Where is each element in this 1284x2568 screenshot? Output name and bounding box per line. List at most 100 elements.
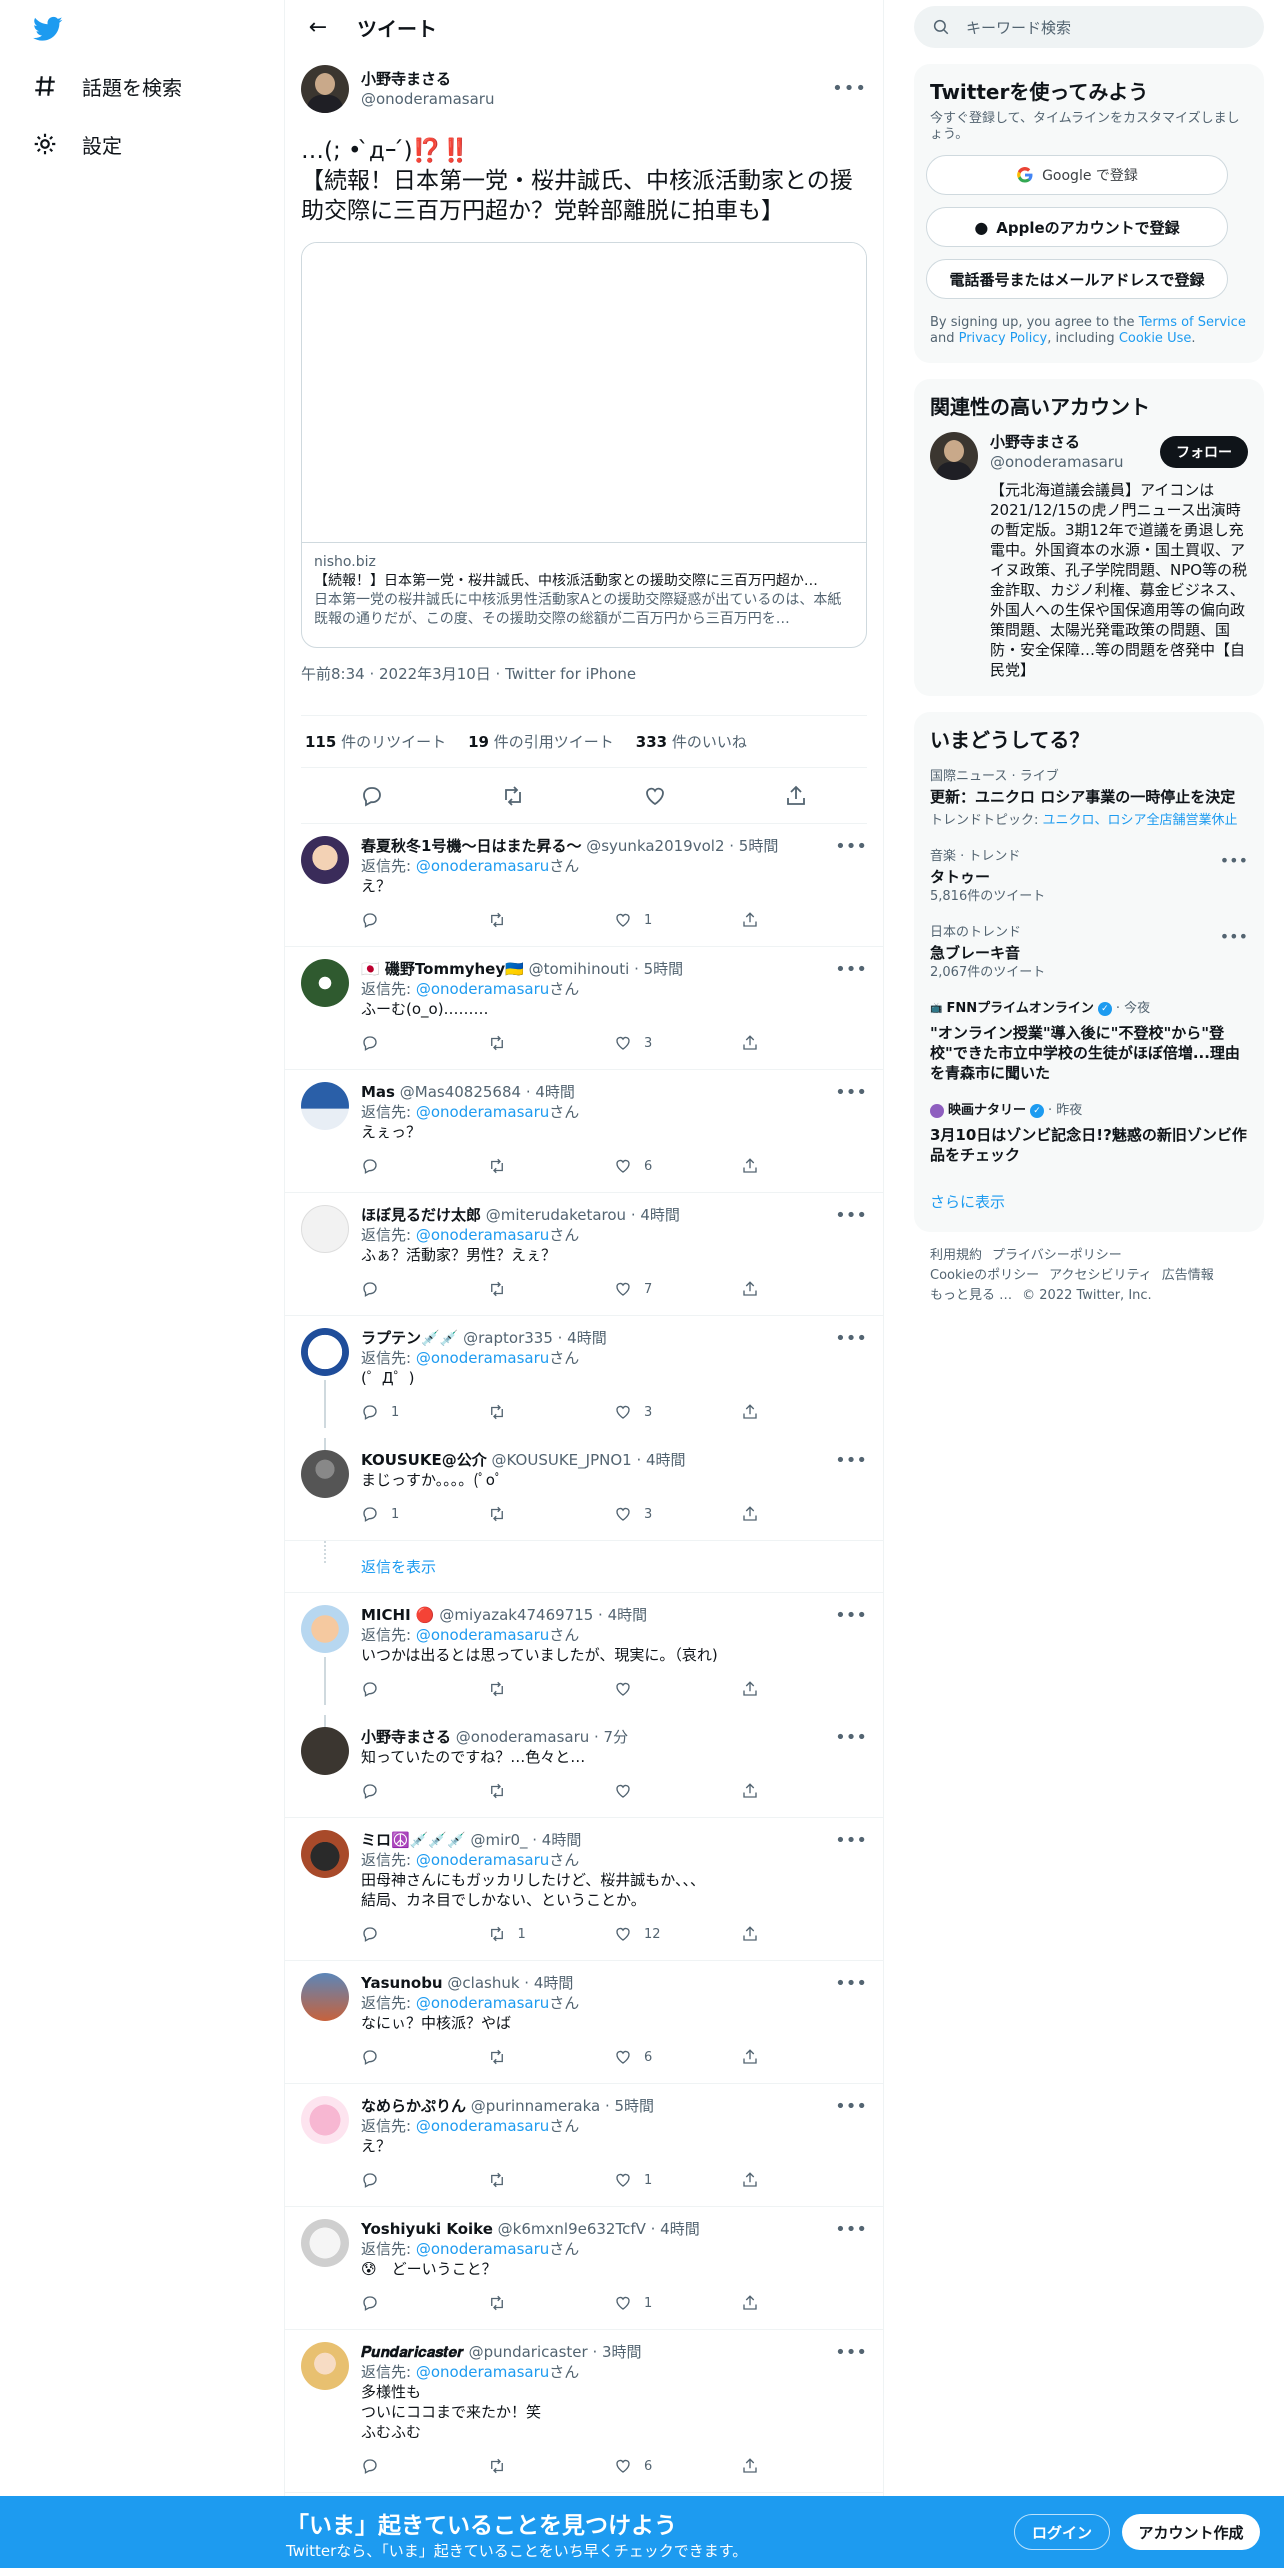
retweet-button[interactable] xyxy=(488,2048,615,2066)
trend-item[interactable]: 国際ニュース · ライブ 更新：ユニクロ ロシア事業の一時停止を決定 トレンドト… xyxy=(914,759,1264,839)
footer-link-ads[interactable]: 広告情報 xyxy=(1162,1268,1214,1283)
reply-tweet[interactable]: ••• 𝑷𝒖𝒏𝒅𝒂𝒓𝒊𝒄𝒂𝒔𝒕𝒆𝒓 @pundaricaster · 3時間 返信先… xyxy=(285,2330,883,2493)
signup-button[interactable]: アカウント作成 xyxy=(1122,2514,1260,2550)
reply-button[interactable]: 1 xyxy=(361,1403,488,1421)
show-more-link[interactable]: さらに表示 xyxy=(914,1175,1264,1228)
more-options-icon[interactable]: ••• xyxy=(835,1605,867,1626)
like-button[interactable]: 1 xyxy=(614,2171,741,2189)
reply-button[interactable] xyxy=(361,911,488,929)
reply-author-name[interactable]: 小野寺まさる xyxy=(361,1728,451,1746)
more-options-icon[interactable]: ••• xyxy=(835,836,867,857)
like-button[interactable]: 6 xyxy=(614,2048,741,2066)
avatar[interactable] xyxy=(301,1205,349,1253)
retweet-button[interactable] xyxy=(488,2294,615,2312)
footer-link-terms[interactable]: 利用規約 xyxy=(930,1248,982,1263)
like-button[interactable]: 6 xyxy=(614,1157,741,1175)
reply-handle-time[interactable]: @onoderamasaru · 7分 xyxy=(456,1728,628,1746)
reply-author-name[interactable]: MICHI 🔴 xyxy=(361,1606,435,1624)
mention-link[interactable]: @onoderamasaru xyxy=(416,2363,549,2381)
reply-tweet[interactable]: ••• なめらかぷりん @purinnameraka · 5時間 返信先: @ono… xyxy=(285,2084,883,2207)
reply-button[interactable] xyxy=(361,2048,488,2066)
reply-tweet[interactable]: ••• 🇯🇵 磯野Tommyhey🇺🇦 @tomihinouti · 5時間 返信先… xyxy=(285,947,883,1070)
avatar[interactable] xyxy=(301,1605,349,1653)
like-stat[interactable]: 333 件のいいね xyxy=(636,731,747,752)
mention-link[interactable]: @onoderamasaru xyxy=(416,2240,549,2258)
mention-link[interactable]: @onoderamasaru xyxy=(416,2117,549,2135)
more-options-icon[interactable]: ••• xyxy=(835,1328,867,1349)
avatar[interactable] xyxy=(301,1328,349,1376)
author-handle[interactable]: @onoderamasaru xyxy=(361,89,494,109)
reply-handle-time[interactable]: @Mas40825684 · 4時間 xyxy=(400,1083,575,1101)
avatar[interactable] xyxy=(301,1830,349,1878)
more-options-icon[interactable]: ••• xyxy=(835,1727,867,1748)
reply-handle-time[interactable]: @KOUSUKE_JPNO1 · 4時間 xyxy=(492,1451,686,1469)
privacy-link[interactable]: Privacy Policy xyxy=(959,331,1048,346)
share-button[interactable] xyxy=(741,1034,868,1052)
like-button[interactable]: 12 xyxy=(614,1925,741,1943)
more-options-icon[interactable]: ••• xyxy=(835,1450,867,1471)
share-button[interactable] xyxy=(741,2457,868,2475)
avatar[interactable] xyxy=(301,2096,349,2144)
reply-button[interactable] xyxy=(361,1925,488,1943)
related-account[interactable]: 小野寺まさる @onoderamasaru フォロー xyxy=(914,420,1264,480)
share-button[interactable] xyxy=(741,1782,868,1800)
author-name[interactable]: 小野寺まさる xyxy=(361,69,494,89)
mention-link[interactable]: @onoderamasaru xyxy=(416,1103,549,1121)
more-options-icon[interactable]: ••• xyxy=(1220,851,1248,870)
tweet-timestamp[interactable]: 午前8:34 · 2022年3月10日 · Twitter for iPhone xyxy=(301,664,867,716)
more-options-icon[interactable]: ••• xyxy=(835,1830,867,1851)
share-button[interactable] xyxy=(741,1280,868,1298)
reply-button[interactable] xyxy=(361,2171,488,2189)
reply-button[interactable] xyxy=(361,1680,488,1698)
reply-tweet[interactable]: ••• ラプテン💉💉 @raptor335 · 4時間 返信先: @onoderam… xyxy=(285,1316,883,1428)
more-options-icon[interactable]: ••• xyxy=(835,1973,867,1994)
reply-tweet[interactable]: ••• Yoshiyuki Koike @k6mxnl9e632TcfV · 4時… xyxy=(285,2207,883,2330)
reply-handle-time[interactable]: @clashuk · 4時間 xyxy=(447,1974,573,1992)
avatar[interactable] xyxy=(930,432,978,480)
nav-settings[interactable]: 設定 xyxy=(32,124,122,164)
like-button[interactable]: 3 xyxy=(614,1505,741,1523)
share-button[interactable] xyxy=(741,1157,868,1175)
retweet-button[interactable] xyxy=(488,1680,615,1698)
reply-tweet[interactable]: ••• KOUSUKE@公介 @KOUSUKE_JPNO1 · 4時間 まじっすか。… xyxy=(285,1438,883,1541)
link-card[interactable]: nisho.biz 【続報！】日本第一党・桜井誠氏、中核派活動家との援助交際に三… xyxy=(301,242,867,648)
like-button[interactable]: 3 xyxy=(614,1034,741,1052)
share-button[interactable] xyxy=(741,2171,868,2189)
avatar[interactable] xyxy=(301,836,349,884)
retweet-button[interactable] xyxy=(488,2171,615,2189)
more-options-icon[interactable]: ••• xyxy=(835,1205,867,1226)
like-button[interactable]: 3 xyxy=(614,1403,741,1421)
retweet-button[interactable] xyxy=(488,2457,615,2475)
footer-link-privacy[interactable]: プライバシーポリシー xyxy=(992,1248,1122,1263)
share-button[interactable] xyxy=(741,1925,868,1943)
trend-item[interactable]: 日本のトレンド 急ブレーキ音 2,067件のツイート ••• xyxy=(914,915,1264,991)
reply-tweet[interactable]: ••• Mas @Mas40825684 · 4時間 返信先: @onoderama… xyxy=(285,1070,883,1193)
reply-author-name[interactable]: KOUSUKE@公介 xyxy=(361,1451,487,1469)
reply-author-name[interactable]: ミロ☮️💉💉💉 xyxy=(361,1831,466,1849)
like-icon[interactable] xyxy=(643,784,667,808)
mention-link[interactable]: @onoderamasaru xyxy=(416,1226,549,1244)
more-options-icon[interactable]: ••• xyxy=(835,2096,867,2117)
retweet-icon[interactable] xyxy=(501,784,525,808)
retweet-button[interactable] xyxy=(488,1157,615,1175)
reply-author-name[interactable]: ラプテン💉💉 xyxy=(361,1329,458,1347)
reply-tweet[interactable]: ••• ミロ☮️💉💉💉 @mir0_ · 4時間 返信先: @onoderamasa… xyxy=(285,1818,883,1961)
news-item[interactable]: 📺 FNNプライムオンライン ✓ · 今夜 "オンライン授業"導入後に"不登校"から… xyxy=(914,991,1264,1093)
avatar[interactable] xyxy=(301,2342,349,2390)
reply-author-name[interactable]: Yasunobu xyxy=(361,1974,443,1992)
google-signup-button[interactable]: Google で登録 xyxy=(926,155,1228,195)
retweet-button[interactable] xyxy=(488,1280,615,1298)
avatar[interactable] xyxy=(301,2219,349,2267)
reply-author-name[interactable]: Yoshiyuki Koike xyxy=(361,2220,493,2238)
mention-link[interactable]: @onoderamasaru xyxy=(416,980,549,998)
retweet-button[interactable] xyxy=(488,1034,615,1052)
reply-author-name[interactable]: Mas xyxy=(361,1083,395,1101)
avatar[interactable] xyxy=(301,1973,349,2021)
show-replies-link[interactable]: 返信を表示 xyxy=(285,1541,883,1593)
footer-link-accessibility[interactable]: アクセシビリティ xyxy=(1049,1268,1152,1283)
reply-button[interactable]: 1 xyxy=(361,1505,488,1523)
more-options-icon[interactable]: ••• xyxy=(835,2219,867,2240)
reply-tweet[interactable]: ••• 小野寺まさる @onoderamasaru · 7分 知っていたのですね？…… xyxy=(285,1715,883,1818)
reply-button[interactable] xyxy=(361,1034,488,1052)
reply-handle-time[interactable]: @raptor335 · 4時間 xyxy=(463,1329,607,1347)
